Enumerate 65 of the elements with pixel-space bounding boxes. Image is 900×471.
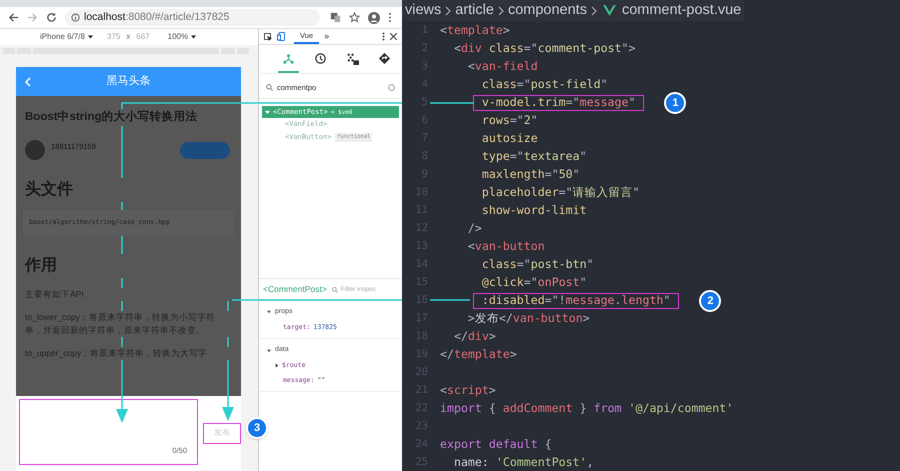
chevron-icon	[498, 6, 504, 16]
chevron-icon	[445, 6, 452, 16]
code-line: maxlength="50"	[480, 166, 581, 183]
menu-icon[interactable]	[388, 12, 392, 23]
code-line: />	[466, 220, 483, 237]
code-line: <div class="comment-post">	[452, 40, 636, 57]
times-sign: x	[126, 31, 130, 43]
callout-number: 2	[699, 290, 722, 312]
url-text: localhost:8080/#/article/137825	[84, 10, 230, 25]
code-line: </template>	[439, 347, 518, 363]
kebab-menu-icon[interactable]	[382, 32, 385, 41]
code-line: autosize	[480, 130, 539, 147]
code-line: name: 'CommentPost',	[452, 454, 595, 471]
avatar	[25, 140, 45, 160]
caret-icon[interactable]	[275, 363, 279, 368]
component-name: <CommentPost>	[263, 283, 327, 296]
code-line: export default {	[439, 437, 553, 453]
code-line: import { addComment } from '@/api/comment'	[439, 401, 734, 417]
code-line: <van-button	[466, 238, 546, 255]
reload-icon[interactable]	[46, 12, 57, 23]
code-line: @click="onPost"	[480, 274, 588, 291]
more-tabs[interactable]: »	[324, 30, 330, 44]
info-icon[interactable]	[71, 13, 80, 22]
breadcrumb-item[interactable]: views	[405, 0, 442, 22]
zoom-dropdown[interactable]: 100%	[168, 31, 196, 43]
code-line: </div>	[452, 328, 497, 345]
header-title: 黑马头条	[106, 74, 152, 90]
caret-icon	[88, 35, 93, 39]
inspect-icon[interactable]	[264, 32, 272, 40]
breadcrumb-item[interactable]: components	[508, 0, 587, 22]
callout-number: 3	[246, 417, 268, 439]
profile-icon[interactable]	[368, 12, 380, 24]
star-icon[interactable]	[349, 12, 360, 23]
code-line: <van-field	[466, 58, 539, 75]
code-line: <template>	[439, 23, 511, 39]
translate-icon[interactable]	[330, 12, 341, 23]
history-icon	[314, 52, 327, 64]
code-line: <script>	[439, 383, 497, 399]
breadcrumb-item[interactable]: comment-post.vue	[622, 0, 742, 22]
search-icon	[332, 286, 338, 292]
back-icon[interactable]	[8, 12, 19, 23]
device-toggle-icon[interactable]	[277, 32, 285, 41]
code-line: type="textarea"	[480, 148, 588, 165]
dots-grid-icon	[346, 52, 359, 64]
code-line: placeholder="请输入留言"	[480, 184, 641, 201]
chevron-icon	[590, 6, 597, 16]
breadcrumb-item[interactable]: article	[455, 0, 494, 22]
close-icon[interactable]	[390, 33, 397, 40]
device-dropdown[interactable]: iPhone 6/7/8	[40, 31, 93, 43]
component-tree-icon	[282, 52, 295, 64]
code-line: class="post-btn"	[480, 256, 595, 273]
circle-icon[interactable]	[388, 84, 395, 91]
code-line: rows="2"	[480, 112, 539, 129]
caret-icon	[267, 348, 271, 352]
caret-icon	[191, 35, 196, 39]
callout-number: 1	[664, 92, 686, 114]
search-icon	[266, 84, 273, 91]
caret-icon	[265, 110, 270, 114]
code-line: show-word-limit	[480, 202, 588, 219]
code-line: >发布</van-button>	[466, 310, 591, 327]
caret-icon	[267, 310, 271, 314]
address-bar[interactable]: localhost:8080/#/article/137825	[65, 9, 320, 26]
vue-logo-icon	[602, 5, 616, 16]
diamond-arrow-icon	[378, 52, 391, 64]
code-line: class="post-field"	[480, 76, 609, 93]
